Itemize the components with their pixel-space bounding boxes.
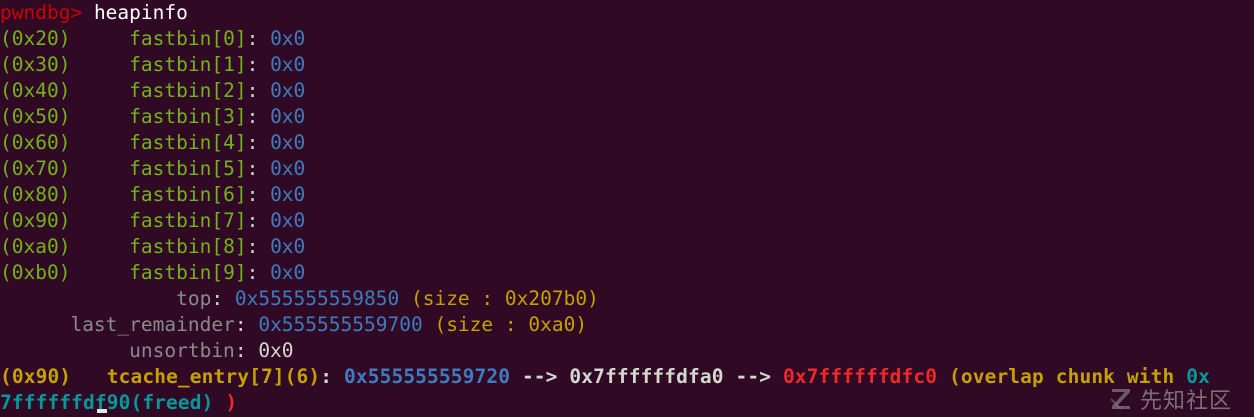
unsortbin-line: unsortbin: 0x0	[0, 338, 294, 364]
fastbin-line-6: (0x80) fastbin[6]: 0x0	[0, 182, 305, 208]
fastbin-value: 0x0	[270, 131, 306, 154]
fastbin-line-1: (0x30) fastbin[1]: 0x0	[0, 52, 305, 78]
fastbin-value: 0x0	[270, 105, 306, 128]
prompt: pwndbg>	[0, 1, 83, 24]
fastbin-size: (0x80)	[0, 183, 71, 206]
fastbin-size: (0x30)	[0, 53, 71, 76]
fastbin-label: fastbin[9]	[129, 261, 247, 284]
top-size: (size : 0x207b0)	[410, 287, 599, 310]
unsortbin-value: 0x0	[258, 339, 294, 362]
tcache-entry-3: 0x7ffffffdfc0	[782, 365, 938, 388]
fastbin-label: fastbin[4]	[129, 131, 247, 154]
fastbin-label: fastbin[0]	[129, 27, 247, 50]
fastbin-label: fastbin[1]	[129, 53, 247, 76]
terminal-window[interactable]: pwndbg> heapinfo (0x20) fastbin[0]: 0x0 …	[0, 0, 1254, 417]
fastbin-label: fastbin[3]	[129, 105, 247, 128]
terminal-cursor	[97, 409, 107, 413]
tcache-label: tcache_entry[7]	[106, 365, 285, 388]
colon: :	[234, 339, 247, 362]
fastbin-value: 0x0	[270, 183, 306, 206]
colon: :	[246, 157, 259, 180]
fastbin-line-2: (0x40) fastbin[2]: 0x0	[0, 78, 305, 104]
fastbin-line-0: (0x20) fastbin[0]: 0x0	[0, 26, 305, 52]
fastbin-value: 0x0	[270, 27, 306, 50]
colon: :	[246, 105, 259, 128]
xianzhi-logo-icon	[1110, 389, 1130, 410]
colon: :	[211, 287, 224, 310]
colon: :	[246, 183, 259, 206]
tcache-entry-1: 0x555555559720	[344, 365, 511, 388]
top-address: 0x555555559850	[234, 287, 400, 310]
fastbin-value: 0x0	[270, 261, 306, 284]
unsortbin-label: unsortbin	[129, 339, 235, 362]
tcache-line-wrap: 7ffffffdf90(freed) )	[0, 390, 237, 416]
fastbin-size: (0x40)	[0, 79, 71, 102]
tcache-entry-2: 0x7ffffffdfa0	[569, 365, 724, 388]
fastbin-line-7: (0x90) fastbin[7]: 0x0	[0, 208, 305, 234]
colon: :	[246, 27, 259, 50]
colon: :	[246, 209, 259, 232]
fastbin-line-9: (0xb0) fastbin[9]: 0x0	[0, 260, 305, 286]
colon: :	[246, 261, 259, 284]
fastbin-label: fastbin[5]	[129, 157, 247, 180]
fastbin-label: fastbin[7]	[129, 209, 247, 232]
last-remainder-line: last_remainder: 0x555555559700 (size : 0…	[0, 312, 587, 338]
fastbin-value: 0x0	[270, 209, 306, 232]
colon: :	[246, 79, 259, 102]
arrow: -->	[521, 365, 558, 388]
fastbin-label: fastbin[8]	[129, 235, 247, 258]
top-label: top	[176, 287, 212, 310]
colon: :	[234, 313, 247, 336]
fastbin-size: (0xb0)	[0, 261, 71, 284]
fastbin-value: 0x0	[270, 235, 306, 258]
fastbin-line-3: (0x50) fastbin[3]: 0x0	[0, 104, 305, 130]
fastbin-value: 0x0	[270, 157, 306, 180]
fastbin-label: fastbin[2]	[129, 79, 247, 102]
tcache-size: (0x90)	[0, 365, 72, 388]
fastbin-size: (0x50)	[0, 105, 71, 128]
fastbin-size: (0x90)	[0, 209, 71, 232]
colon: :	[246, 131, 259, 154]
watermark: 先知社区	[1108, 384, 1232, 414]
fastbin-size: (0xa0)	[0, 235, 71, 258]
fastbin-line-5: (0x70) fastbin[5]: 0x0	[0, 156, 305, 182]
prompt-line: pwndbg> heapinfo	[0, 0, 188, 26]
tcache-count: (6)	[284, 365, 321, 388]
fastbin-line-4: (0x60) fastbin[4]: 0x0	[0, 130, 305, 156]
last-remainder-label: last_remainder	[70, 313, 235, 336]
colon: :	[320, 365, 333, 388]
fastbin-value: 0x0	[270, 53, 306, 76]
colon: :	[246, 53, 259, 76]
fastbin-value: 0x0	[270, 79, 306, 102]
last-remainder-size: (size : 0xa0)	[434, 313, 588, 336]
colon: :	[246, 235, 259, 258]
top-line: top: 0x555555559850 (size : 0x207b0)	[0, 286, 599, 312]
fastbin-size: (0x70)	[0, 157, 71, 180]
fastbin-size: (0x60)	[0, 131, 71, 154]
command: heapinfo	[93, 1, 188, 24]
fastbin-size: (0x20)	[0, 27, 71, 50]
close-paren: )	[225, 391, 238, 414]
last-remainder-address: 0x555555559700	[258, 313, 423, 336]
fastbin-line-8: (0xa0) fastbin[8]: 0x0	[0, 234, 305, 260]
tcache-line: (0x90) tcache_entry[7](6): 0x55555555972…	[0, 364, 1210, 390]
watermark-text: 先知社区	[1139, 389, 1232, 414]
fastbin-label: fastbin[6]	[129, 183, 247, 206]
arrow: -->	[735, 365, 772, 388]
